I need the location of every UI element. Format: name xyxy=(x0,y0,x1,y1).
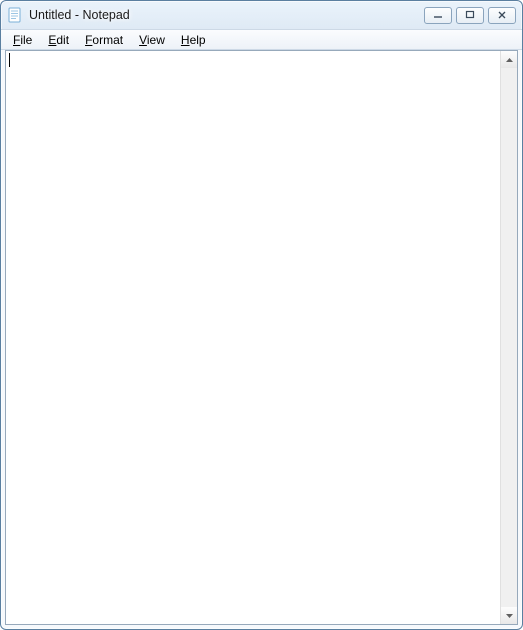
menu-file[interactable]: File xyxy=(5,30,40,49)
menu-help[interactable]: Help xyxy=(173,30,214,49)
maximize-button[interactable] xyxy=(456,7,484,24)
menu-view[interactable]: View xyxy=(131,30,173,49)
scroll-down-button[interactable] xyxy=(501,607,517,624)
close-button[interactable] xyxy=(488,7,516,24)
notepad-icon xyxy=(7,7,23,23)
menu-edit[interactable]: Edit xyxy=(40,30,77,49)
window-title: Untitled - Notepad xyxy=(27,8,424,22)
window-controls xyxy=(424,1,520,29)
text-cursor xyxy=(9,53,10,67)
text-editor[interactable] xyxy=(6,51,500,624)
client-area xyxy=(5,50,518,625)
close-icon xyxy=(497,10,507,20)
scroll-down-icon xyxy=(506,614,513,618)
menubar: File Edit Format View Help xyxy=(1,29,522,50)
minimize-icon xyxy=(433,10,443,20)
scroll-track[interactable] xyxy=(501,68,517,607)
scroll-up-icon xyxy=(506,58,513,62)
scroll-up-button[interactable] xyxy=(501,51,517,68)
titlebar[interactable]: Untitled - Notepad xyxy=(1,1,522,29)
menu-format[interactable]: Format xyxy=(77,30,131,49)
vertical-scrollbar[interactable] xyxy=(500,51,517,624)
minimize-button[interactable] xyxy=(424,7,452,24)
maximize-icon xyxy=(465,10,475,20)
notepad-window: Untitled - Notepad File Edit Fo xyxy=(0,0,523,630)
